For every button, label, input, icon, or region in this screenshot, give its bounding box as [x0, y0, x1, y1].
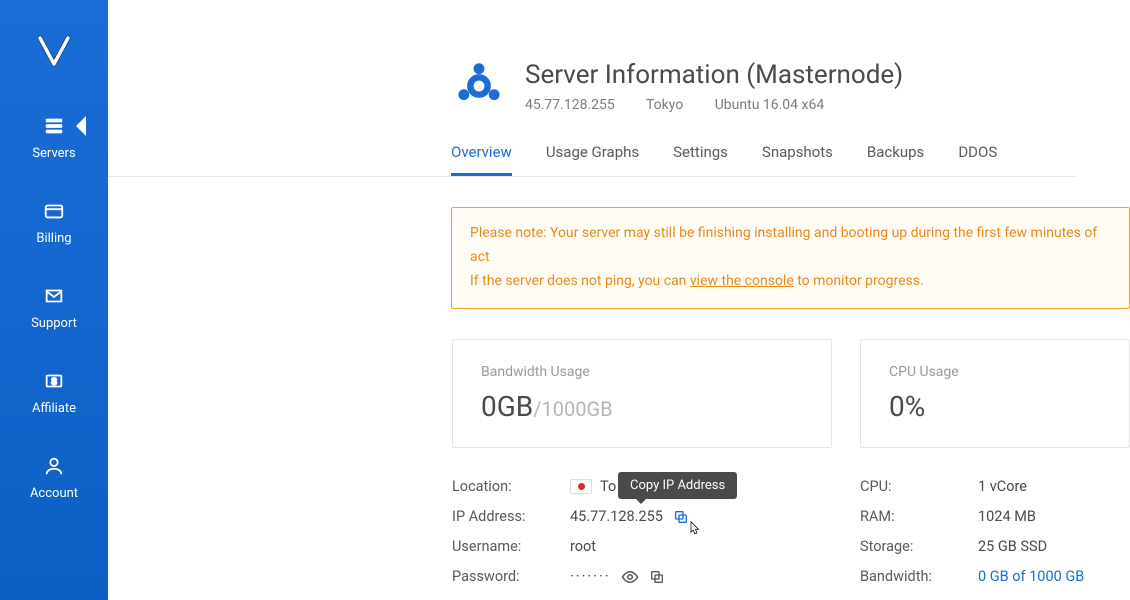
credit-card-icon — [42, 199, 66, 223]
header-ip: 45.77.128.255 — [525, 97, 615, 113]
logo — [34, 30, 74, 74]
tab-ddos[interactable]: DDOS — [958, 131, 997, 176]
cpu-value: 0% — [889, 390, 1101, 423]
nav-label: Support — [31, 316, 77, 331]
ram-label: RAM: — [860, 508, 978, 525]
sidebar-item-billing[interactable]: Billing — [36, 199, 71, 246]
view-console-link[interactable]: view the console — [690, 273, 794, 289]
tab-snapshots[interactable]: Snapshots — [762, 131, 833, 176]
money-icon: $ — [42, 369, 66, 393]
bandwidth-card: Bandwidth Usage 0GB/1000GB — [452, 339, 832, 448]
bandwidth-total: /1000GB — [533, 397, 612, 421]
left-details: Location: To IP Address: 45.77.128.255 — [452, 472, 832, 592]
tab-settings[interactable]: Settings — [673, 131, 728, 176]
nav-label: Account — [30, 486, 78, 501]
notice-line2-prefix: If the server does not ping, you can — [470, 273, 690, 289]
cpu-spec-value: 1 vCore — [978, 478, 1027, 495]
tab-usage-graphs[interactable]: Usage Graphs — [546, 131, 639, 176]
bandwidth-spec-value[interactable]: 0 GB of 1000 GB — [978, 568, 1084, 585]
copy-ip-button[interactable] — [673, 509, 689, 525]
password-label: Password: — [452, 568, 570, 585]
copy-ip-tooltip: Copy IP Address — [618, 472, 737, 499]
nav-label: Servers — [32, 146, 75, 161]
person-icon — [42, 454, 66, 478]
bandwidth-label: Bandwidth Usage — [481, 364, 803, 380]
page-title: Server Information (Masternode) — [525, 60, 1130, 91]
nav-label: Billing — [36, 231, 71, 246]
content: Please note: Your server may still be fi… — [398, 177, 1130, 591]
mail-icon — [42, 284, 66, 308]
ram-value: 1024 MB — [978, 508, 1036, 525]
password-value: ······· — [570, 568, 611, 585]
notice-line1: Please note: Your server may still be fi… — [470, 225, 1097, 265]
header-location: Tokyo — [646, 97, 683, 113]
japan-flag-icon — [570, 479, 592, 494]
username-label: Username: — [452, 538, 570, 555]
cpu-spec-label: CPU: — [860, 478, 978, 495]
notice-line2-suffix: to monitor progress. — [794, 273, 924, 289]
ip-label: IP Address: — [452, 508, 570, 525]
header: Server Information (Masternode) 45.77.12… — [398, 0, 1130, 113]
username-value: root — [570, 538, 596, 555]
ip-value: 45.77.128.255 — [570, 508, 663, 525]
bandwidth-spec-label: Bandwidth: — [860, 568, 978, 585]
storage-value: 25 GB SSD — [978, 538, 1047, 555]
sidebar-item-account[interactable]: Account — [30, 454, 78, 501]
sidebar-item-support[interactable]: Support — [31, 284, 77, 331]
bandwidth-used: 0GB — [481, 390, 533, 423]
main: Server Information (Masternode) 45.77.12… — [108, 0, 1130, 600]
header-os: Ubuntu 16.04 x64 — [715, 97, 824, 113]
nav-label: Affiliate — [32, 401, 76, 416]
ubuntu-icon — [453, 60, 505, 112]
location-value: To — [600, 478, 616, 495]
location-label: Location: — [452, 478, 570, 495]
tab-overview[interactable]: Overview — [451, 131, 512, 176]
notice-banner: Please note: Your server may still be fi… — [451, 207, 1130, 308]
servers-icon — [42, 114, 66, 138]
right-details: CPU: 1 vCore RAM: 1024 MB Storage: 25 GB… — [860, 472, 1130, 592]
svg-text:$: $ — [51, 377, 56, 387]
page-subtitle: 45.77.128.255 Tokyo Ubuntu 16.04 x64 — [525, 97, 1130, 113]
tab-backups[interactable]: Backups — [867, 131, 924, 176]
storage-label: Storage: — [860, 538, 978, 555]
cpu-card: CPU Usage 0% — [860, 339, 1130, 448]
sidebar-item-servers[interactable]: Servers — [32, 114, 75, 161]
sidebar: Servers Billing Support $ Affiliate Acco… — [0, 0, 108, 600]
show-password-button[interactable] — [621, 568, 639, 586]
copy-password-button[interactable] — [649, 569, 665, 585]
sidebar-item-affiliate[interactable]: $ Affiliate — [32, 369, 76, 416]
cpu-label: CPU Usage — [889, 364, 1101, 380]
